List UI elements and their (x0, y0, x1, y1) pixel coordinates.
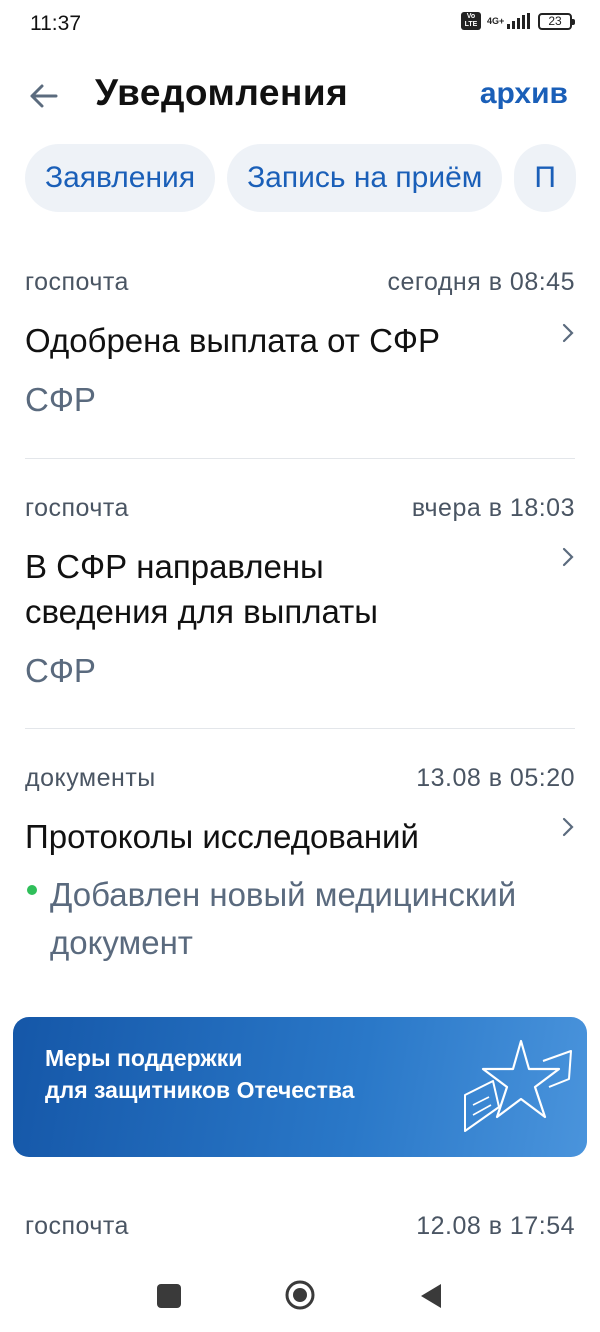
notification-item[interactable]: документы 13.08 в 05:20 Протоколы исслед… (25, 764, 575, 967)
back-arrow-icon[interactable] (26, 74, 66, 118)
signal-icon (507, 13, 530, 29)
notification-description: Добавлен новый медицинский документ (50, 876, 517, 961)
notification-description-row: Добавлен новый медицинский документ (25, 871, 575, 967)
chip-appointment[interactable]: Запись на приём (227, 144, 503, 212)
chevron-right-icon (562, 547, 574, 567)
recents-button-icon[interactable] (157, 1284, 181, 1308)
notification-time: сегодня в 08:45 (387, 268, 575, 296)
promo-banner[interactable]: Меры поддержки для защитников Отечества (13, 1017, 587, 1157)
network-type-label: 4G+ (487, 15, 505, 26)
banner-text: Меры поддержки для защитников Отечества (45, 1042, 354, 1106)
notification-time: 13.08 в 05:20 (416, 764, 575, 792)
banner-line-2: для защитников Отечества (45, 1077, 355, 1103)
divider (25, 458, 575, 459)
back-button-icon[interactable] (419, 1282, 443, 1310)
unread-dot (27, 885, 37, 895)
notification-category: госпочта (25, 494, 129, 522)
notification-category: госпочта (25, 1212, 129, 1240)
chevron-right-icon (562, 323, 574, 343)
notification-item[interactable]: госпочта сегодня в 08:45 Одобрена выплат… (25, 268, 575, 419)
battery-icon: 23 (538, 12, 575, 30)
status-time: 11:37 (30, 12, 81, 35)
volte-icon: Vo LTE (461, 12, 481, 30)
page-title: Уведомления (95, 72, 349, 113)
divider (25, 728, 575, 729)
chip-applications[interactable]: Заявления (25, 144, 216, 212)
chip-next[interactable]: П (514, 144, 576, 212)
chevron-right-icon (562, 817, 574, 837)
notification-category: документы (25, 764, 156, 792)
system-nav-bar (0, 1262, 600, 1332)
notification-source: СФР (25, 652, 96, 689)
notification-title: В СФР направлены сведения для выплаты (25, 548, 378, 630)
filter-chips: Заявления Запись на приём П (25, 144, 600, 214)
notification-source: СФР (25, 381, 96, 418)
star-flag-icon (464, 1039, 572, 1132)
archive-link[interactable]: архив (480, 77, 568, 111)
status-icons: Vo LTE 4G+ 23 (461, 12, 575, 30)
status-bar: 11:37 Vo LTE 4G+ 23 (0, 0, 600, 52)
banner-line-1: Меры поддержки (45, 1045, 243, 1071)
notification-item[interactable]: госпочта 12.08 в 17:54 (25, 1212, 575, 1248)
notification-title: Протоколы исследований (25, 818, 419, 855)
home-button-icon[interactable] (284, 1279, 316, 1311)
notification-title: Одобрена выплата от СФР (25, 322, 441, 359)
notification-item[interactable]: госпочта вчера в 18:03 В СФР направлены … (25, 494, 575, 690)
notification-category: госпочта (25, 268, 129, 296)
notification-time: 12.08 в 17:54 (416, 1212, 575, 1240)
notification-time: вчера в 18:03 (411, 494, 575, 522)
